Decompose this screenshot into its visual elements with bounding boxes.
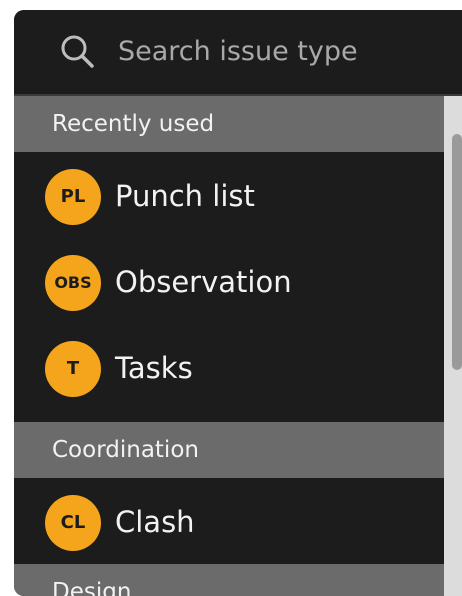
list-item-punch-list[interactable]: PL Punch list (14, 152, 444, 238)
scrollbar-thumb[interactable] (452, 134, 462, 370)
search-icon (61, 35, 94, 68)
issue-type-badge: OBS (45, 255, 101, 311)
list-item-label: Observation (115, 265, 292, 299)
list-item-label: Clash (115, 505, 195, 539)
issue-type-badge: CL (45, 495, 101, 551)
section-header-recently-used: Recently used (14, 96, 444, 152)
list-item-tasks[interactable]: T Tasks (14, 324, 444, 410)
search-input[interactable] (118, 28, 438, 74)
list-item-label: Tasks (115, 351, 193, 385)
issue-type-badge: T (45, 341, 101, 397)
section-header-coordination: Coordination (14, 422, 444, 478)
search-bar (14, 10, 462, 96)
list-item-clash[interactable]: CL Clash (14, 478, 444, 564)
section-header-design: Design (14, 564, 444, 596)
issue-type-badge: PL (45, 169, 101, 225)
list-item-label: Punch list (115, 179, 255, 213)
issue-type-list: Recently used PL Punch list OBS Observat… (14, 96, 444, 596)
list-item-observation[interactable]: OBS Observation (14, 238, 444, 324)
issue-type-dropdown: Recently used PL Punch list OBS Observat… (14, 10, 462, 596)
